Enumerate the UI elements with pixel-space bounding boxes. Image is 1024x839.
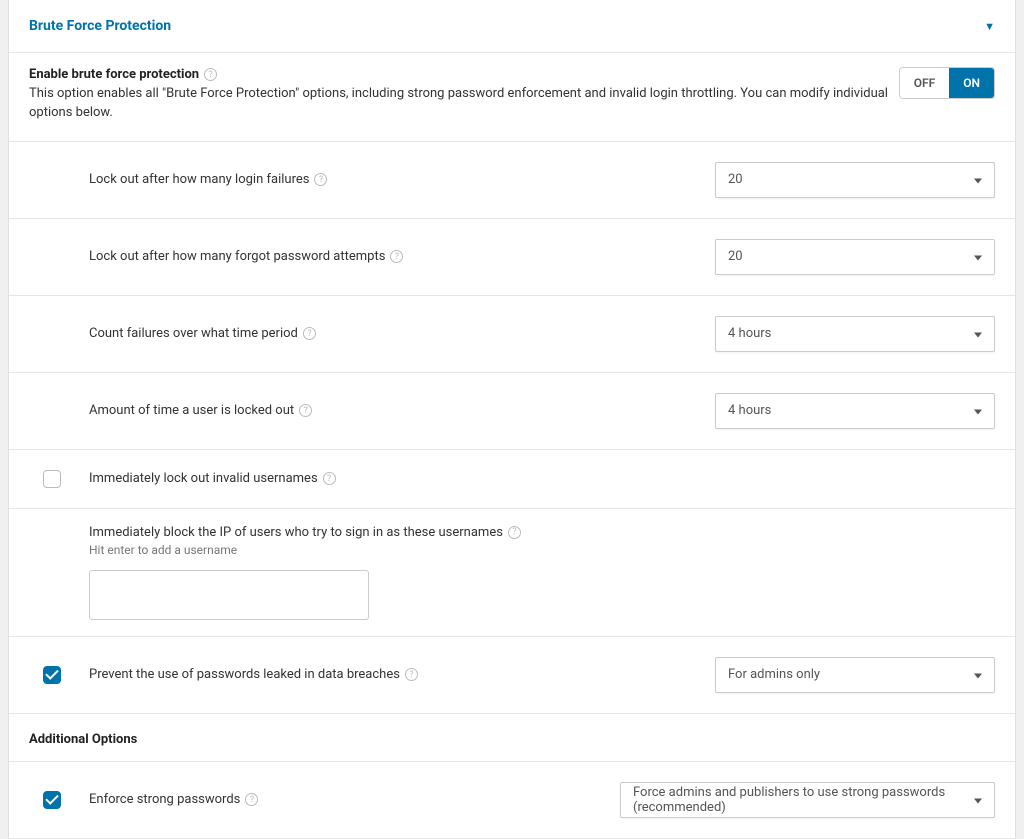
forgot-password-row: Lock out after how many forgot password …	[9, 219, 1015, 296]
label-text: Immediately block the IP of users who tr…	[89, 525, 503, 540]
panel-header[interactable]: Brute Force Protection ▼	[9, 0, 1015, 53]
help-icon[interactable]: ?	[204, 68, 217, 81]
time-period-label: Count failures over what time period ?	[29, 326, 715, 341]
select-value: For admins only	[728, 667, 820, 682]
block-ip-usernames-input[interactable]	[89, 570, 369, 620]
strong-passwords-row: Enforce strong passwords ? Force admins …	[9, 762, 1015, 839]
label-text: Count failures over what time period	[89, 326, 298, 341]
login-failures-select[interactable]: 20	[715, 162, 995, 198]
forgot-password-select[interactable]: 20	[715, 239, 995, 275]
lockout-time-label: Amount of time a user is locked out ?	[29, 403, 715, 418]
select-value: 4 hours	[728, 403, 771, 418]
label-text: Lock out after how many login failures	[89, 172, 309, 187]
select-value: 20	[728, 249, 743, 264]
invalid-usernames-label: Immediately lock out invalid usernames ?	[89, 471, 995, 486]
help-icon[interactable]: ?	[245, 793, 258, 806]
block-ip-label: Immediately block the IP of users who tr…	[89, 525, 995, 540]
select-value: 4 hours	[728, 326, 771, 341]
label-text: Amount of time a user is locked out	[89, 403, 294, 418]
login-failures-row: Lock out after how many login failures ?…	[9, 142, 1015, 219]
login-failures-label: Lock out after how many login failures ?	[29, 172, 715, 187]
leaked-passwords-label: Prevent the use of passwords leaked in d…	[89, 667, 715, 682]
label-text: Lock out after how many forgot password …	[89, 249, 385, 264]
help-icon[interactable]: ?	[314, 173, 327, 186]
panel-title: Brute Force Protection	[29, 18, 171, 34]
help-icon[interactable]: ?	[323, 472, 336, 485]
help-icon[interactable]: ?	[390, 250, 403, 263]
strong-passwords-select[interactable]: Force admins and publishers to use stron…	[620, 782, 995, 818]
select-value: Force admins and publishers to use stron…	[633, 785, 964, 815]
label-text: Prevent the use of passwords leaked in d…	[89, 667, 400, 682]
label-text: Enforce strong passwords	[89, 792, 240, 807]
strong-passwords-checkbox[interactable]	[43, 791, 61, 809]
toggle-off-button[interactable]: OFF	[900, 68, 949, 98]
block-ip-row: Immediately block the IP of users who tr…	[9, 509, 1015, 637]
select-value: 20	[728, 172, 743, 187]
label-text: Immediately lock out invalid usernames	[89, 471, 318, 486]
time-period-select[interactable]: 4 hours	[715, 316, 995, 352]
collapse-caret-icon[interactable]: ▼	[984, 20, 995, 33]
time-period-row: Count failures over what time period ? 4…	[9, 296, 1015, 373]
master-label: Enable brute force protection ?	[29, 67, 899, 82]
additional-options-heading: Additional Options	[9, 714, 1015, 762]
help-icon[interactable]: ?	[303, 327, 316, 340]
invalid-usernames-row: Immediately lock out invalid usernames ?	[9, 450, 1015, 509]
leaked-passwords-row: Prevent the use of passwords leaked in d…	[9, 637, 1015, 714]
master-label-text: Enable brute force protection	[29, 67, 199, 82]
lockout-time-row: Amount of time a user is locked out ? 4 …	[9, 373, 1015, 450]
help-icon[interactable]: ?	[299, 404, 312, 417]
help-icon[interactable]: ?	[508, 526, 521, 539]
master-toggle-row: Enable brute force protection ? This opt…	[9, 53, 1015, 142]
master-description: This option enables all "Brute Force Pro…	[29, 85, 899, 123]
leaked-passwords-checkbox[interactable]	[43, 666, 61, 684]
master-toggle[interactable]: OFF ON	[899, 67, 995, 99]
leaked-passwords-select[interactable]: For admins only	[715, 657, 995, 693]
block-ip-sublabel: Hit enter to add a username	[89, 543, 995, 557]
help-icon[interactable]: ?	[405, 668, 418, 681]
lockout-time-select[interactable]: 4 hours	[715, 393, 995, 429]
toggle-on-button[interactable]: ON	[949, 68, 994, 98]
invalid-usernames-checkbox[interactable]	[43, 470, 61, 488]
forgot-password-label: Lock out after how many forgot password …	[29, 249, 715, 264]
strong-passwords-label: Enforce strong passwords ?	[89, 792, 620, 807]
